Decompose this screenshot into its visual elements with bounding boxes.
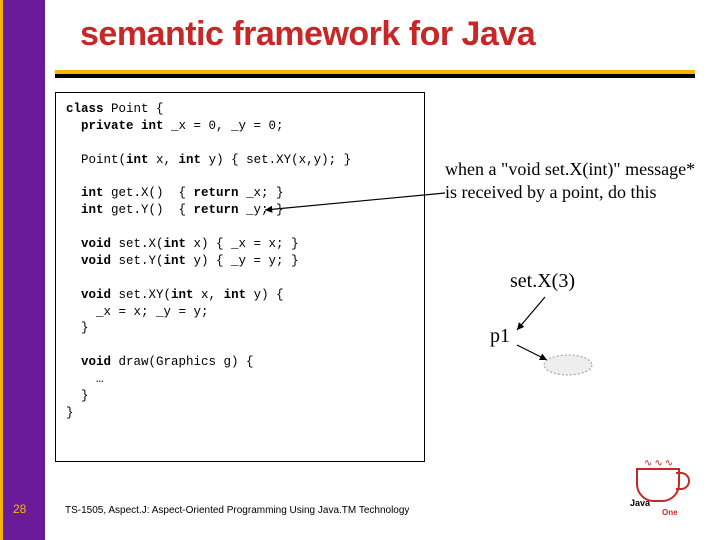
page-number: 28 — [13, 502, 26, 516]
arrow-setx-to-p1 — [505, 292, 575, 342]
arrow-p1-to-blob — [512, 340, 572, 370]
slide-title: semantic framework for Java — [80, 15, 535, 54]
code-listing: class Point { private int _x = 0, _y = 0… — [55, 92, 425, 462]
rule-black — [55, 74, 695, 78]
message-label: set.X(3) — [510, 270, 575, 293]
cloud-blob-icon — [540, 350, 600, 380]
stripe-purple — [3, 0, 45, 540]
object-label: p1 — [490, 325, 510, 348]
javaone-logo-icon: ∿∿∿ Java One — [630, 460, 695, 515]
slide: semantic framework for Java class Point … — [0, 0, 720, 540]
code-text: class Point { private int _x = 0, _y = 0… — [66, 101, 414, 422]
footer-text: TS-1505, Aspect.J: Aspect-Oriented Progr… — [65, 505, 409, 516]
annotation-text: when a "void set.X(int)" message* is rec… — [445, 158, 705, 203]
